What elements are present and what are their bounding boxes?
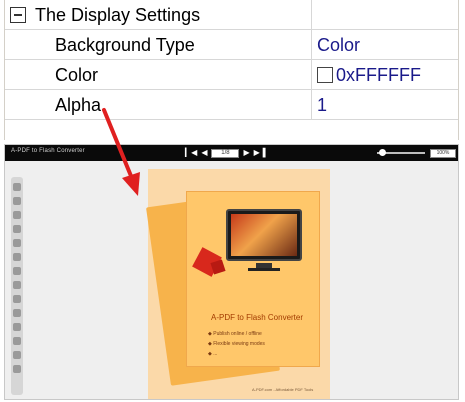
page-navigation: ▎◀ ◀ 1/8 ▶ ▶▐ [185, 148, 265, 158]
sidebar-tool-icon[interactable] [13, 267, 21, 275]
category-label: The Display Settings [35, 5, 201, 25]
sidebar-tool-icon[interactable] [13, 281, 21, 289]
bullet-text: ... [213, 351, 218, 357]
preview-toolbar: A-PDF to Flash Converter ▎◀ ◀ 1/8 ▶ ▶▐ 1… [5, 145, 458, 161]
category-row-display-settings[interactable]: The Display Settings [5, 0, 458, 30]
property-row-background-type[interactable]: Background Type Color [5, 30, 458, 60]
book-footer: A-PDF.com - Affordable PDF Tools [252, 387, 314, 392]
property-row-alpha[interactable]: Alpha 1 [5, 90, 458, 120]
page-field[interactable]: 1/8 [211, 148, 240, 158]
bullet-text: Publish online / offline [213, 331, 262, 337]
monitor-illustration [226, 209, 302, 261]
sidebar-tool-icon[interactable] [13, 295, 21, 303]
sidebar-tool-icon[interactable] [13, 225, 21, 233]
next-page-icon[interactable]: ▶ [243, 148, 249, 158]
bullet-text: Flexible viewing modes [213, 341, 265, 347]
sidebar-tool-icon[interactable] [13, 211, 21, 219]
sidebar-tool-icon[interactable] [13, 351, 21, 359]
book-title: A-PDF to Flash Converter [210, 313, 304, 322]
property-name: Background Type [55, 35, 195, 55]
sidebar-tool-icon[interactable] [13, 183, 21, 191]
bullet-item: ◆ Publish online / offline [208, 331, 262, 337]
sidebar-tool-icon[interactable] [13, 323, 21, 331]
book-bullets: ◆ Publish online / offline ◆ Flexible vi… [208, 329, 265, 359]
color-swatch-icon[interactable] [317, 67, 333, 83]
zoom-field[interactable]: 100% [430, 149, 456, 158]
monitor-screen [231, 214, 297, 256]
sidebar-tool-icon[interactable] [13, 309, 21, 317]
color-value-text: 0xFFFFFF [336, 65, 421, 85]
first-page-icon[interactable]: ▎◀ [185, 148, 197, 158]
book-page[interactable]: A-PDF to Flash Converter ◆ Publish onlin… [146, 169, 330, 399]
property-grid: The Display Settings Background Type Col… [4, 0, 459, 140]
monitor-base [248, 268, 280, 271]
sidebar-tool-icon[interactable] [13, 239, 21, 247]
prev-page-icon[interactable]: ◀ [201, 148, 207, 158]
property-row-color[interactable]: Color 0xFFFFFF [5, 60, 458, 90]
sidebar-tool-icon[interactable] [13, 365, 21, 373]
bullet-item: ◆ Flexible viewing modes [208, 341, 265, 347]
property-name: Color [55, 65, 99, 85]
last-page-icon[interactable]: ▶▐ [254, 148, 266, 158]
property-name: Alpha [55, 95, 102, 115]
sidebar-tool-icon[interactable] [13, 253, 21, 261]
sidebar-tool-icon[interactable] [13, 197, 21, 205]
property-value-color[interactable]: 0xFFFFFF [311, 60, 458, 89]
property-value-background-type[interactable]: Color [311, 30, 458, 59]
zoom-slider-icon[interactable] [377, 149, 425, 156]
sidebar-tool-icon[interactable] [13, 337, 21, 345]
preview-sidebar [11, 177, 23, 395]
category-value-cell [311, 0, 458, 29]
preview-app-title: A-PDF to Flash Converter [11, 148, 85, 154]
bullet-item: ◆ ... [208, 351, 218, 357]
flash-preview: A-PDF to Flash Converter ▎◀ ◀ 1/8 ▶ ▶▐ 1… [4, 144, 459, 400]
property-value-alpha[interactable]: 1 [311, 90, 458, 119]
zoom-slider-knob[interactable] [379, 149, 386, 156]
